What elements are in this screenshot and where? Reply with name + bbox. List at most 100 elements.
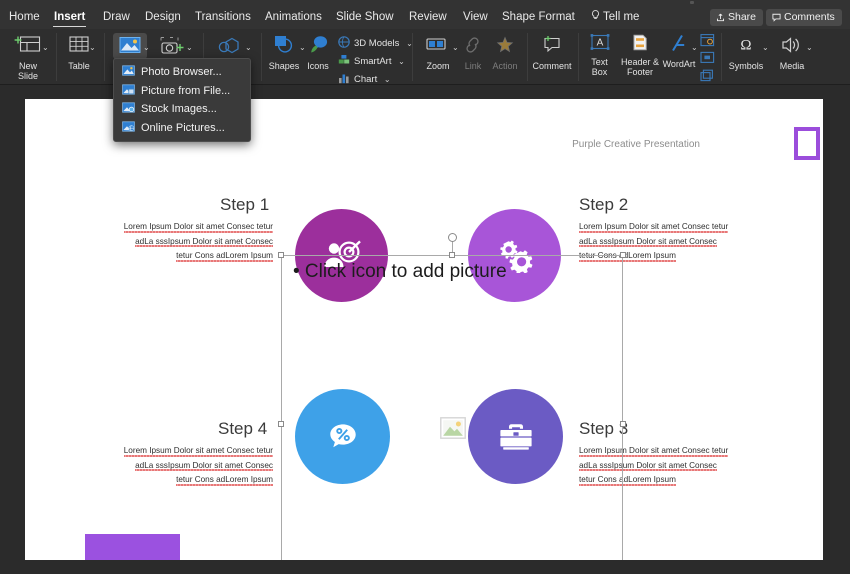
object-icon	[698, 69, 716, 84]
screenshot-icon	[155, 35, 189, 59]
symbols-caret-icon[interactable]: ⌄	[762, 43, 769, 52]
share-label: Share	[728, 11, 756, 23]
new-slide-caret-icon[interactable]: ⌄	[42, 43, 49, 52]
svg-text:A: A	[596, 38, 603, 49]
step-4-body: Lorem Ipsum Dolor sit amet Consec tetur …	[83, 444, 273, 488]
smartart-caret-icon[interactable]: ⌄	[398, 57, 405, 66]
tab-animations[interactable]: Animations	[258, 5, 329, 29]
smartart-label: SmartArt	[354, 56, 391, 67]
resize-handle-top-center[interactable]	[449, 252, 455, 258]
pictures-dropdown-menu: Photo Browser... Picture from File... St…	[113, 58, 251, 142]
step-4-label: Step 4	[218, 419, 267, 439]
table-caret-icon[interactable]: ⌄	[89, 43, 96, 52]
pictures-icon	[113, 35, 147, 57]
picture-placeholder-icon[interactable]	[440, 417, 466, 444]
deck-title: Purple Creative Presentation	[572, 139, 700, 150]
object-button[interactable]	[698, 69, 716, 84]
tab-design[interactable]: Design	[138, 5, 188, 29]
step-1-body: Lorem Ipsum Dolor sit amet Consec tetur …	[83, 220, 273, 264]
resize-handle-middle-right[interactable]	[620, 421, 626, 427]
ribbon-separator-5	[412, 33, 413, 81]
share-button[interactable]: Share	[710, 9, 763, 26]
corner-accent-rectangle	[794, 127, 820, 160]
tell-me-button[interactable]: Tell me	[584, 5, 646, 29]
tab-review[interactable]: Review	[402, 5, 454, 29]
online-pictures-icon	[122, 120, 135, 131]
menu-item-photo-browser[interactable]: Photo Browser...	[114, 63, 250, 82]
icons-label: Icons	[303, 61, 333, 71]
screenshot-caret-icon[interactable]: ⌄	[186, 43, 193, 52]
zoom-label: Zoom	[418, 61, 458, 71]
resize-handle-top-right[interactable]	[620, 252, 626, 258]
shapes-gallery-caret-icon[interactable]: ⌄	[245, 43, 252, 52]
resize-handle-top-left[interactable]	[278, 252, 284, 258]
ribbon-separator-4	[261, 33, 262, 81]
wordart-caret-icon[interactable]: ⌄	[691, 43, 698, 52]
comment-button[interactable]: Comment	[531, 33, 573, 71]
bottom-accent-bar	[85, 534, 180, 560]
new-slide-button[interactable]: New Slide	[4, 33, 52, 81]
tab-view[interactable]: View	[456, 5, 495, 29]
ribbon-tab-bar: Home Insert Draw Design Transitions Anim…	[0, 5, 850, 29]
step-4-body-line-3: tetur Cons adLorem Ipsum	[176, 475, 273, 486]
date-time-button[interactable]	[698, 33, 716, 49]
three-d-models-button[interactable]: 3D Models ⌄	[338, 36, 413, 51]
media-caret-icon[interactable]: ⌄	[806, 43, 813, 52]
link-icon	[458, 33, 488, 59]
step-1-label: Step 1	[220, 195, 269, 215]
tab-insert[interactable]: Insert	[47, 5, 92, 29]
lightbulb-icon	[591, 6, 600, 17]
menu-item-picture-from-file[interactable]: Picture from File...	[114, 82, 250, 101]
window-menu-dots	[690, 1, 694, 4]
rotation-handle[interactable]	[448, 233, 457, 242]
tab-slide-show[interactable]: Slide Show	[329, 5, 401, 29]
shapes-button[interactable]: Shapes	[265, 33, 303, 71]
chart-caret-icon[interactable]: ⌄	[384, 75, 391, 84]
tab-home[interactable]: Home	[2, 5, 47, 29]
svg-text:Ω: Ω	[740, 38, 751, 54]
menu-item-online-pictures[interactable]: Online Pictures...	[114, 119, 250, 138]
comment-icon	[531, 33, 573, 59]
step-4-body-line-2: adLa sssIpsum Dolor sit amet Consec	[135, 461, 273, 472]
zoom-button[interactable]: Zoom	[418, 33, 458, 71]
step-1-body-line-3: tetur Cons adLorem Ipsum	[176, 251, 273, 262]
menu-item-stock-images[interactable]: Stock Images...	[114, 100, 250, 119]
slide-number-icon	[698, 51, 716, 66]
picture-from-file-icon	[122, 83, 135, 94]
icons-button[interactable]: Icons	[303, 33, 333, 71]
comment-bubble-icon	[772, 13, 781, 22]
tab-draw[interactable]: Draw	[96, 5, 137, 29]
resize-handle-middle-left[interactable]	[278, 421, 284, 427]
screenshot-button[interactable]	[155, 35, 189, 59]
slide[interactable]: Purple Creative Presentation Step 1 Lore…	[25, 99, 823, 560]
step-2-body-line-2: adLa sssIpsum Dolor sit amet Consec	[579, 237, 717, 248]
text-box-label: Text Box	[582, 57, 617, 77]
shapes-label: Shapes	[265, 61, 303, 71]
picture-placeholder-prompt[interactable]: • Click icon to add picture	[293, 261, 507, 283]
share-icon	[716, 13, 725, 22]
tab-shape-format[interactable]: Shape Format	[495, 5, 582, 29]
comments-button[interactable]: Comments	[766, 9, 842, 26]
tab-transitions[interactable]: Transitions	[188, 5, 258, 29]
three-d-models-icon	[338, 36, 350, 51]
shapes-gallery-button[interactable]	[212, 35, 248, 59]
pictures-button[interactable]	[113, 35, 147, 57]
text-box-button[interactable]: A Text Box	[582, 33, 617, 77]
icons-icon	[303, 33, 333, 59]
symbols-button[interactable]: Ω Symbols	[724, 33, 768, 71]
step-2-body-line-1: Lorem Ipsum Dolor sit amet Consec tetur	[579, 222, 728, 233]
slide-canvas[interactable]: Purple Creative Presentation Step 1 Lore…	[0, 85, 850, 574]
header-footer-button[interactable]: Header & Footer	[617, 33, 663, 77]
smartart-button[interactable]: SmartArt ⌄	[338, 54, 405, 69]
table-button[interactable]: Table	[58, 33, 100, 71]
comments-label: Comments	[784, 11, 835, 23]
slide-number-button[interactable]	[698, 51, 716, 66]
shapes-icon	[265, 33, 303, 59]
picture-placeholder-selection[interactable]	[281, 255, 623, 560]
media-button[interactable]: Media	[772, 33, 812, 71]
menu-label-picture-from-file: Picture from File...	[141, 85, 230, 97]
pictures-caret-icon[interactable]: ⌄	[143, 43, 150, 52]
ribbon-separator-8	[721, 33, 722, 81]
powerpoint-window: Home Insert Draw Design Transitions Anim…	[0, 0, 850, 574]
ribbon-separator-6	[527, 33, 528, 81]
